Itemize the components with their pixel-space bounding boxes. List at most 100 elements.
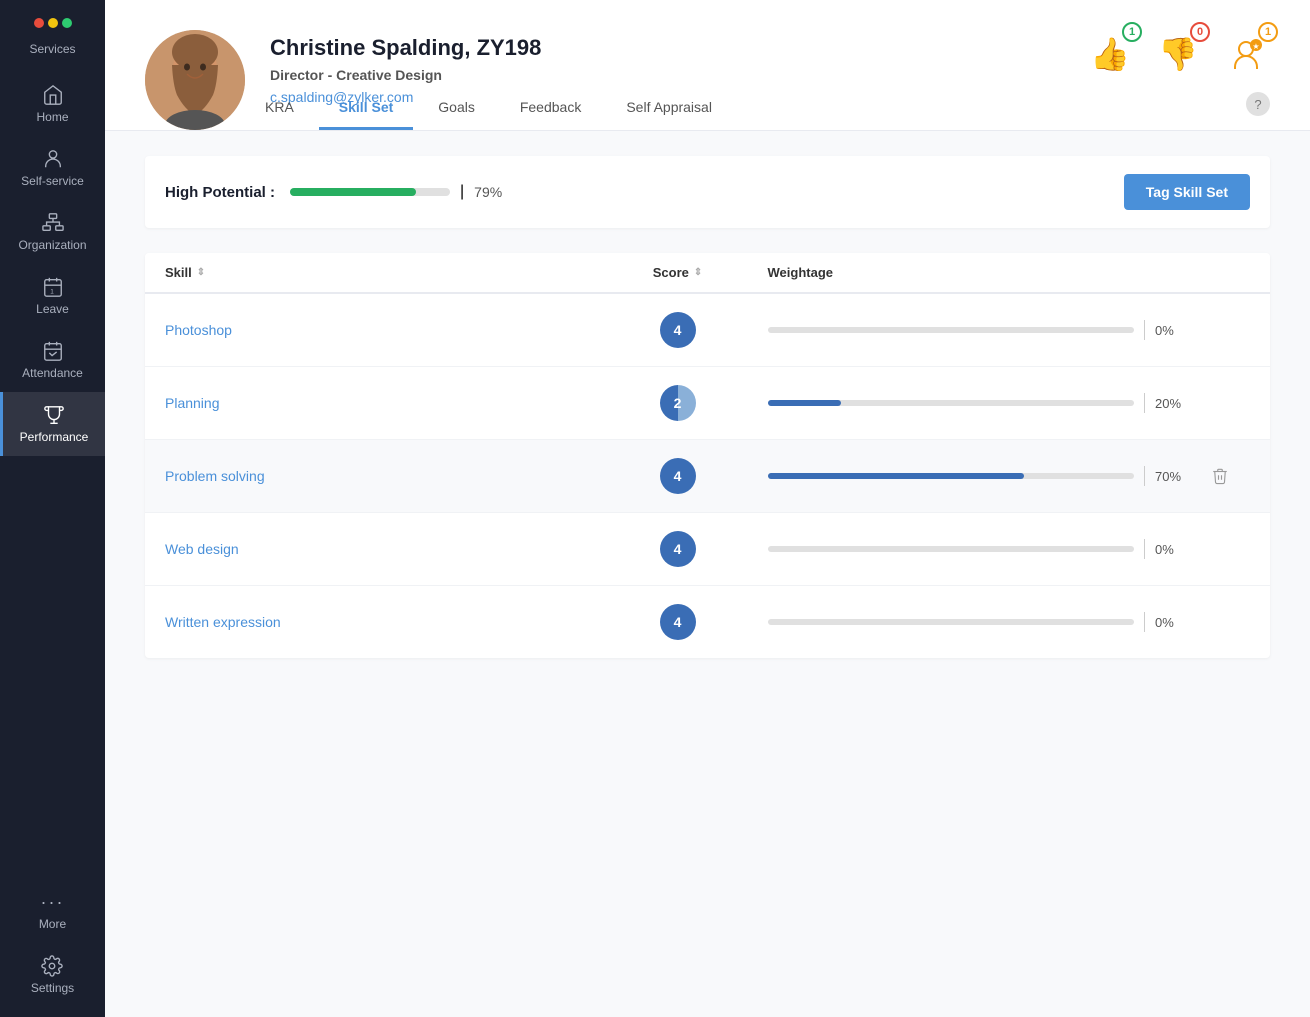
weight-divider-planning <box>1144 393 1145 413</box>
nav-tabs-container: KRA Skill Set Goals Feedback Self Apprai… <box>245 87 737 130</box>
high-potential-label: High Potential : <box>165 184 275 201</box>
badge-award: 1 ★ <box>1222 30 1270 78</box>
col-actions <box>1190 265 1250 280</box>
tag-skill-set-button[interactable]: Tag Skill Set <box>1124 174 1250 210</box>
sidebar-item-label-leave: Leave <box>36 302 69 316</box>
logo-dot-red <box>34 18 44 28</box>
profile-header: Christine Spalding, ZY198 Director - Cre… <box>105 0 1310 131</box>
weight-divider-written-expression <box>1144 612 1145 632</box>
sidebar-item-performance[interactable]: Performance <box>0 392 105 456</box>
services-label: Services <box>29 42 75 56</box>
weightage-written-expression: 0% <box>768 612 1191 632</box>
gear-icon <box>41 955 63 977</box>
home-icon <box>42 84 64 106</box>
weight-divider-problem-solving <box>1144 466 1145 486</box>
skill-score-web-design: 4 <box>588 531 768 567</box>
logo-dot-green <box>62 18 72 28</box>
trophy-icon <box>43 404 65 426</box>
sidebar-item-label-performance: Performance <box>20 430 89 444</box>
hp-separator: | <box>460 183 464 201</box>
org-icon <box>42 212 64 234</box>
profile-department: Creative Design <box>336 67 442 83</box>
profile-separator: - <box>328 67 337 83</box>
sidebar-item-self-service[interactable]: Self-service <box>0 136 105 200</box>
col-skill: Skill ⇕ <box>165 265 588 280</box>
weight-pct-problem-solving: 70% <box>1155 469 1190 484</box>
thumbs-up-count: 1 <box>1122 22 1142 42</box>
tab-skill-set[interactable]: Skill Set <box>319 87 413 130</box>
logo-dot-yellow <box>48 18 58 28</box>
sidebar-item-label-settings: Settings <box>31 981 74 995</box>
high-potential-bar-container: | 79% <box>290 183 502 201</box>
profile-badges: 1 👍 0 👎 1 ★ <box>1086 30 1270 78</box>
skill-name-planning[interactable]: Planning <box>165 395 588 411</box>
badge-thumbs-up: 1 👍 <box>1086 30 1134 78</box>
avatar-image <box>145 30 245 130</box>
sidebar-item-label-attendance: Attendance <box>22 366 83 380</box>
tab-kra[interactable]: KRA <box>245 87 314 130</box>
weight-pct-written-expression: 0% <box>1155 615 1190 630</box>
weight-bar-bg-photoshop <box>768 327 1135 333</box>
delete-problem-solving[interactable] <box>1190 467 1250 485</box>
sidebar-bottom: ··· More Settings <box>31 880 74 1007</box>
skill-score-planning: 2 <box>588 385 768 421</box>
score-circle-web-design: 4 <box>660 531 696 567</box>
tab-self-appraisal[interactable]: Self Appraisal <box>606 87 732 130</box>
score-sort-icon[interactable]: ⇕ <box>694 267 702 278</box>
sidebar-item-organization[interactable]: Organization <box>0 200 105 264</box>
weightage-web-design: 0% <box>768 539 1191 559</box>
sidebar-item-more[interactable]: ··· More <box>31 880 74 943</box>
award-count: 1 <box>1258 22 1278 42</box>
weight-bar-fill-problem-solving <box>768 473 1025 479</box>
help-icon[interactable]: ? <box>1246 92 1270 116</box>
profile-role: Director <box>270 67 324 83</box>
high-potential-section: High Potential : | 79% Tag Skill Set <box>145 156 1270 228</box>
avatar <box>145 30 245 130</box>
weight-divider-web-design <box>1144 539 1145 559</box>
sidebar-item-label-more: More <box>39 917 66 931</box>
weight-bar-bg-written-expression <box>768 619 1135 625</box>
score-circle-photoshop: 4 <box>660 312 696 348</box>
sidebar-item-home[interactable]: Home <box>0 72 105 136</box>
sidebar-item-label-organization: Organization <box>18 238 86 252</box>
col-weightage: Weightage <box>768 265 1191 280</box>
high-potential-percent: 79% <box>474 184 502 200</box>
weightage-photoshop: 0% <box>768 320 1191 340</box>
skill-sort-icon[interactable]: ⇕ <box>197 267 205 278</box>
weightage-planning: 20% <box>768 393 1191 413</box>
attendance-icon <box>42 340 64 362</box>
weight-bar-bg-problem-solving <box>768 473 1135 479</box>
sidebar-item-settings[interactable]: Settings <box>31 943 74 1007</box>
weight-pct-photoshop: 0% <box>1155 323 1190 338</box>
skills-table: Skill ⇕ Score ⇕ Weightage Photoshop 4 <box>145 253 1270 658</box>
score-circle-problem-solving: 4 <box>660 458 696 494</box>
skill-score-written-expression: 4 <box>588 604 768 640</box>
table-row: Written expression 4 0% <box>145 586 1270 658</box>
tab-goals[interactable]: Goals <box>418 87 495 130</box>
calendar-icon: 1 <box>42 276 64 298</box>
skill-name-web-design[interactable]: Web design <box>165 541 588 557</box>
sidebar-item-label-self-service: Self-service <box>21 174 84 188</box>
sidebar-item-label-home: Home <box>36 110 68 124</box>
weight-pct-planning: 20% <box>1155 396 1190 411</box>
table-row: Web design 4 0% <box>145 513 1270 586</box>
weight-bar-fill-planning <box>768 400 841 406</box>
weight-pct-web-design: 0% <box>1155 542 1190 557</box>
tab-feedback[interactable]: Feedback <box>500 87 601 130</box>
svg-text:★: ★ <box>1252 42 1259 51</box>
weightage-problem-solving: 70% <box>768 466 1191 486</box>
content-area: High Potential : | 79% Tag Skill Set Ski… <box>105 131 1310 1017</box>
skill-score-problem-solving: 4 <box>588 458 768 494</box>
award-svg: ★ <box>1228 36 1264 72</box>
trash-icon <box>1211 467 1229 485</box>
high-potential-bar-bg <box>290 188 450 196</box>
skill-name-photoshop[interactable]: Photoshop <box>165 322 588 338</box>
skill-name-written-expression[interactable]: Written expression <box>165 614 588 630</box>
sidebar-item-attendance[interactable]: Attendance <box>0 328 105 392</box>
thumbs-down-count: 0 <box>1190 22 1210 42</box>
skill-name-problem-solving[interactable]: Problem solving <box>165 468 588 484</box>
more-dots-icon: ··· <box>41 892 65 913</box>
sidebar-item-leave[interactable]: 1 Leave <box>0 264 105 328</box>
weight-bar-bg-planning <box>768 400 1135 406</box>
col-score: Score ⇕ <box>588 265 768 280</box>
